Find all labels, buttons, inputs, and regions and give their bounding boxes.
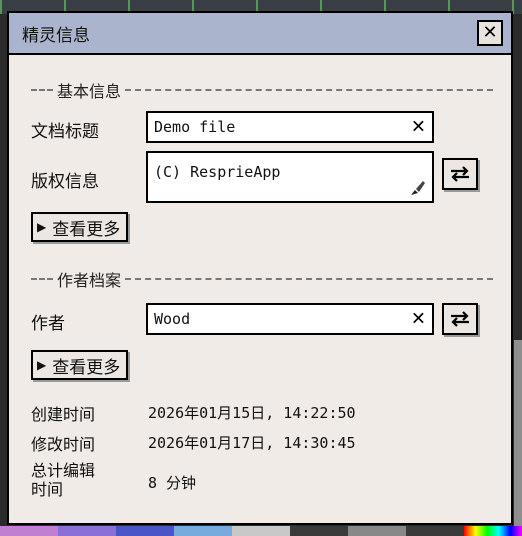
triangle-right-icon: ▶ bbox=[37, 220, 47, 234]
triangle-right-icon: ▶ bbox=[37, 358, 47, 372]
basic-info-heading: 基本信息 bbox=[31, 78, 493, 102]
author-swap-button[interactable] bbox=[442, 303, 478, 335]
author-input[interactable]: Wood ✕ bbox=[146, 303, 434, 335]
close-icon[interactable]: ✕ bbox=[411, 309, 426, 330]
basic-more-button[interactable]: ▶ 查看更多 bbox=[31, 212, 129, 242]
doc-title-value: Demo file bbox=[154, 118, 236, 136]
background-panel bbox=[514, 340, 522, 536]
copyright-textarea[interactable]: (C) ResprieApp bbox=[146, 151, 434, 203]
author-more-button[interactable]: ▶ 查看更多 bbox=[31, 350, 129, 380]
author-label: 作者 bbox=[31, 314, 65, 334]
edit-time-value: 8 分钟 bbox=[148, 474, 197, 492]
doc-title-label: 文档标题 bbox=[31, 122, 99, 142]
dialog-titlebar: 精灵信息 ✕ bbox=[9, 13, 511, 55]
created-label: 创建时间 bbox=[31, 405, 96, 424]
author-value: Wood bbox=[154, 310, 191, 328]
copyright-swap-button[interactable] bbox=[442, 158, 478, 190]
modified-value: 2026年01月17日, 14:30:45 bbox=[148, 434, 356, 452]
sprite-info-dialog: 精灵信息 ✕ 基本信息 文档标题 Demo file ✕ 版权信息 (C) Re… bbox=[7, 11, 513, 525]
dialog-title: 精灵信息 bbox=[22, 25, 90, 46]
doc-title-input[interactable]: Demo file ✕ bbox=[146, 111, 434, 143]
author-more-label: 查看更多 bbox=[52, 357, 121, 378]
copyright-label: 版权信息 bbox=[31, 172, 99, 192]
swap-arrows-icon bbox=[451, 311, 469, 327]
close-icon: ✕ bbox=[482, 22, 498, 43]
author-profile-heading: 作者档案 bbox=[31, 267, 493, 291]
close-button[interactable]: ✕ bbox=[477, 20, 503, 46]
copyright-value: (C) ResprieApp bbox=[154, 163, 281, 181]
edit-time-label-line1: 总计编辑 bbox=[31, 461, 96, 480]
background-palette bbox=[0, 526, 522, 536]
close-icon[interactable]: ✕ bbox=[411, 117, 426, 138]
modified-label: 修改时间 bbox=[31, 435, 96, 454]
edit-time-label-line2: 时间 bbox=[31, 480, 64, 499]
swap-arrows-icon bbox=[451, 166, 469, 182]
basic-more-label: 查看更多 bbox=[52, 219, 121, 240]
created-value: 2026年01月15日, 14:22:50 bbox=[148, 404, 356, 422]
brush-icon[interactable] bbox=[407, 178, 427, 198]
